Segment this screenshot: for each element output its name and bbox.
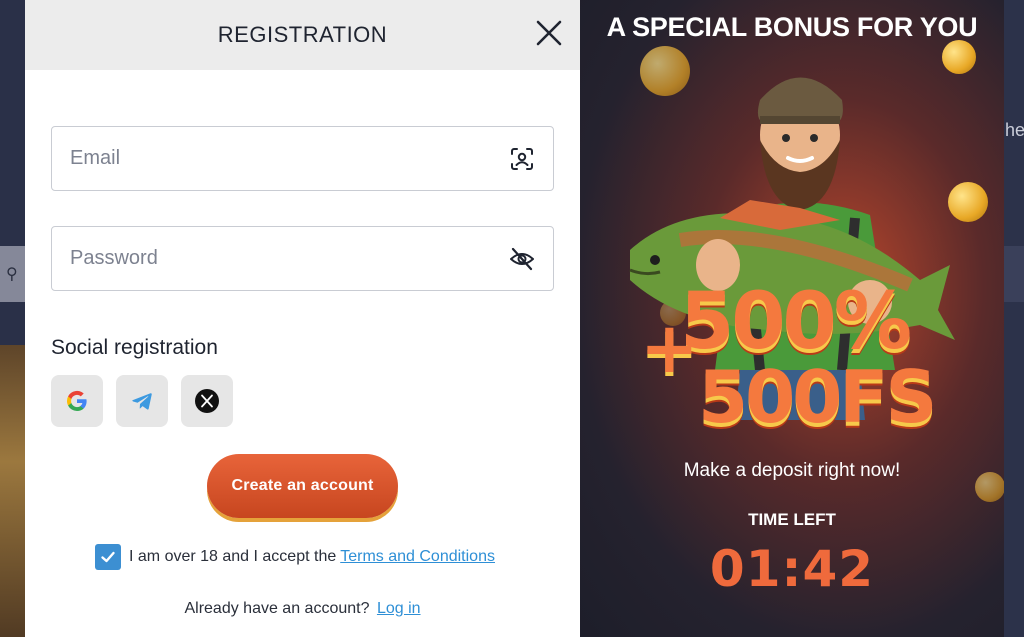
background-right-strip <box>1004 0 1024 637</box>
login-row: Already have an account? Log in <box>25 600 580 618</box>
registration-title: REGISTRATION <box>217 22 388 47</box>
checkmark-icon <box>101 551 115 563</box>
countdown-timer: 01:42 <box>709 540 875 598</box>
create-account-button[interactable]: Create an account <box>207 454 398 518</box>
x-button[interactable] <box>181 375 233 427</box>
search-icon: ⚲ <box>6 266 18 283</box>
telegram-icon <box>132 393 152 410</box>
password-field[interactable] <box>51 226 554 291</box>
close-icon <box>536 20 562 46</box>
terms-checkbox[interactable] <box>95 544 121 570</box>
login-text: Already have an account? <box>184 600 370 617</box>
eye-off-icon[interactable] <box>509 246 535 272</box>
bonus-panel: A SPECIAL BONUS FOR YOU + 500% 500FS Mak… <box>580 0 1004 637</box>
social-registration-title: Social registration <box>51 336 218 359</box>
google-icon <box>66 390 87 412</box>
terms-link[interactable]: Terms and Conditions <box>340 548 495 566</box>
terms-text: I am over 18 and I accept the <box>129 548 337 565</box>
email-input[interactable] <box>70 147 509 170</box>
x-icon <box>195 389 219 413</box>
background-game-tile <box>0 345 25 637</box>
background-right-text: he <box>1005 120 1024 140</box>
contact-scan-icon <box>511 147 533 170</box>
terms-row: I am over 18 and I accept the Terms and … <box>95 544 495 570</box>
login-link[interactable]: Log in <box>377 600 421 617</box>
bonus-amount: + 500% 500FS <box>640 283 980 433</box>
close-button[interactable] <box>534 18 564 48</box>
deposit-call-to-action: Make a deposit right now! <box>683 460 901 481</box>
bonus-plus: + <box>640 307 699 389</box>
bonus-title: A SPECIAL BONUS FOR YOU <box>606 12 978 42</box>
background-right-bar <box>1004 246 1024 302</box>
time-left-label: TIME LEFT <box>748 510 836 529</box>
registration-header: REGISTRATION <box>25 0 580 70</box>
google-button[interactable] <box>51 375 103 427</box>
password-input[interactable] <box>70 247 509 270</box>
email-field[interactable] <box>51 126 554 191</box>
registration-panel: REGISTRATION Social registration <box>25 0 580 637</box>
telegram-button[interactable] <box>116 375 168 427</box>
